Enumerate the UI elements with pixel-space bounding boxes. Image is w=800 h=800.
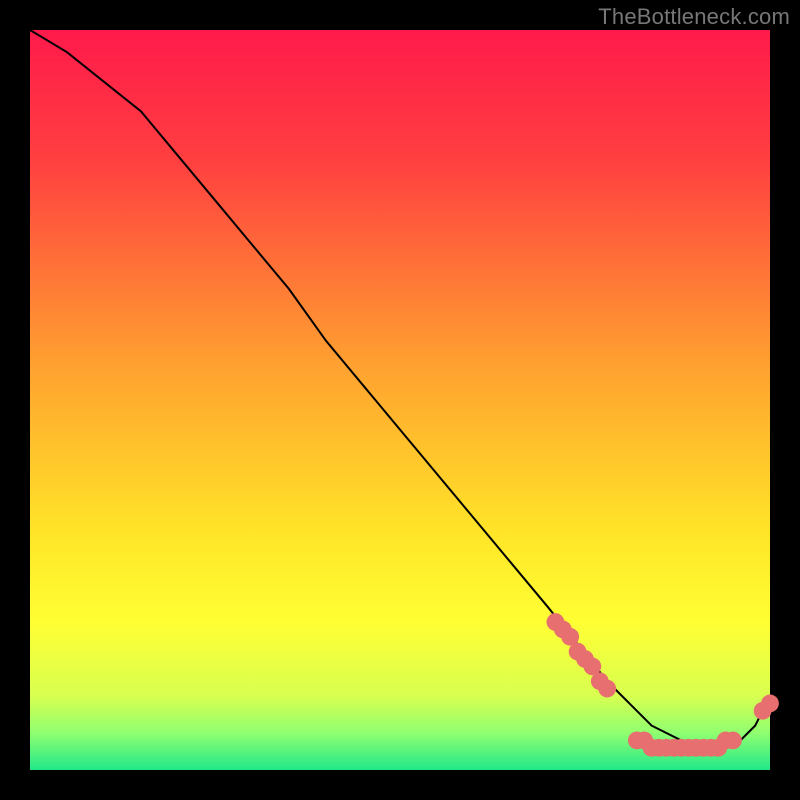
plot-svg bbox=[30, 30, 770, 770]
data-point bbox=[761, 695, 779, 713]
gradient-background bbox=[30, 30, 770, 770]
data-point bbox=[724, 732, 742, 750]
watermark-text: TheBottleneck.com bbox=[598, 4, 790, 30]
plot-area bbox=[30, 30, 770, 770]
chart-container: TheBottleneck.com bbox=[0, 0, 800, 800]
data-point bbox=[598, 680, 616, 698]
